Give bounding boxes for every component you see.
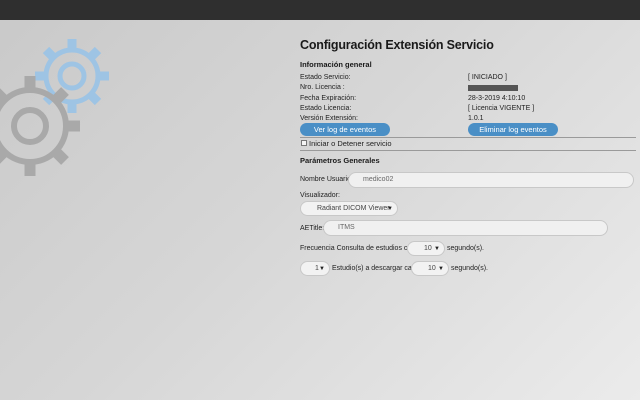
license-number-value-redacted — [468, 85, 518, 91]
extension-version-label: Versión Extensión: — [300, 115, 358, 122]
top-bar — [0, 0, 640, 20]
service-status-label: Estado Servicio: — [300, 74, 351, 81]
license-status-label: Estado Licencia: — [300, 105, 352, 112]
studies-count-select[interactable]: 1 ▼ — [300, 261, 330, 276]
general-info-heading: Información general — [300, 60, 372, 69]
studies-interval-select[interactable]: 10 ▼ — [411, 261, 449, 276]
viewer-select[interactable]: Radiant DICOM Viewer ▼ — [300, 201, 398, 216]
frequency-label: Frecuencia Consulta de estudios cada — [300, 245, 420, 252]
license-status-value: [ Licencia VIGENTE ] — [468, 105, 535, 112]
username-input[interactable]: medico02 — [348, 172, 634, 188]
frequency-select-value: 10 — [424, 245, 432, 252]
frequency-select[interactable]: 10 ▼ — [407, 241, 445, 256]
delete-log-button[interactable]: Eliminar log eventos — [468, 123, 558, 136]
studies-unit: segundo(s). — [451, 265, 488, 272]
toggle-service-label: Iniciar o Detener servicio — [309, 139, 392, 148]
studies-label: Estudio(s) a descargar cada — [332, 265, 420, 272]
gears-icon — [0, 39, 109, 176]
viewer-select-value: Radiant DICOM Viewer — [317, 205, 390, 212]
chevron-down-icon: ▼ — [438, 266, 444, 272]
general-params-heading: Parámetros Generales — [300, 156, 380, 165]
divider — [300, 137, 636, 138]
divider — [300, 150, 636, 151]
viewer-label: Visualizador: — [300, 192, 340, 199]
expiration-date-value: 28-3-2019 4:10:10 — [468, 95, 526, 102]
aetitle-label: AETitle: — [300, 225, 325, 232]
license-number-label: Nro. Licencia : — [300, 84, 345, 91]
frequency-unit: segundo(s). — [447, 245, 484, 252]
chevron-down-icon: ▼ — [434, 246, 440, 252]
page-title: Configuración Extensión Servicio — [300, 38, 494, 52]
toggle-service-checkbox[interactable] — [301, 140, 307, 146]
expiration-date-label: Fecha Expiración: — [300, 95, 357, 102]
chevron-down-icon: ▼ — [319, 266, 325, 272]
service-status-value: [ INICIADO ] — [468, 74, 507, 81]
extension-version-value: 1.0.1 — [468, 115, 484, 122]
studies-interval-value: 10 — [428, 265, 436, 272]
aetitle-input[interactable]: ITMS — [323, 220, 608, 236]
view-log-button[interactable]: Ver log de eventos — [300, 123, 390, 136]
chevron-down-icon: ▼ — [387, 206, 393, 212]
username-label: Nombre Usuario: — [300, 176, 353, 183]
